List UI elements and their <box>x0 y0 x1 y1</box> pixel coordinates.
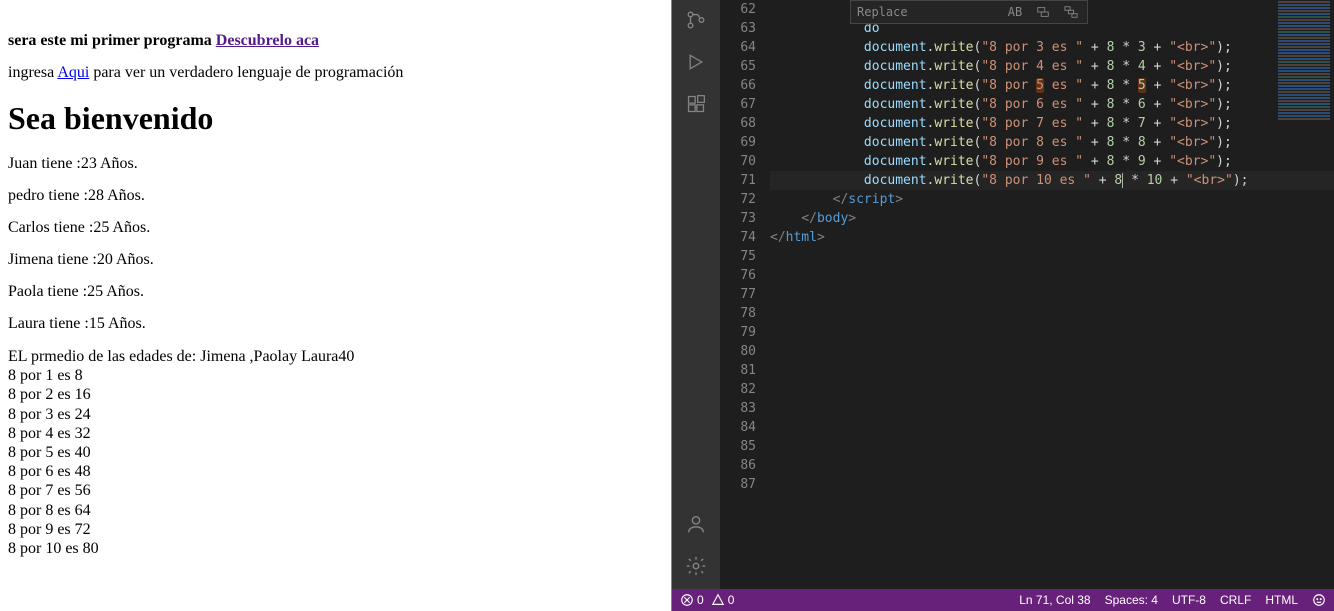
table-line: 8 por 10 es 80 <box>8 539 663 558</box>
table-line: 8 por 5 es 40 <box>8 443 663 462</box>
gear-icon[interactable] <box>684 554 708 578</box>
average-line: EL prmedio de las edades de: Jimena ,Pao… <box>8 347 663 366</box>
editor-area: 6263646566676869707172737475767778798081… <box>720 0 1334 589</box>
intro-text: sera este mi primer programa <box>8 32 216 49</box>
person-line: Laura tiene :15 Años. <box>8 315 663 333</box>
status-feedback-icon[interactable] <box>1312 593 1326 607</box>
person-line: Jimena tiene :20 Años. <box>8 251 663 269</box>
table-line: 8 por 4 es 32 <box>8 424 663 443</box>
intro-line: sera este mi primer programa Descubrelo … <box>8 32 663 50</box>
replace-widget: Replace AB <box>850 0 1088 24</box>
person-line: Carlos tiene :25 Años. <box>8 219 663 237</box>
people-list: Juan tiene :23 Años. pedro tiene :28 Años… <box>8 155 663 333</box>
extensions-icon[interactable] <box>684 92 708 116</box>
browser-preview: sera este mi primer programa Descubrelo … <box>0 0 672 611</box>
status-spaces[interactable]: Spaces: 4 <box>1105 593 1158 607</box>
status-eol[interactable]: CRLF <box>1220 593 1251 607</box>
replace-one-icon[interactable] <box>1033 2 1053 22</box>
table-line: 8 por 2 es 16 <box>8 385 663 404</box>
status-bar: 0 0 Ln 71, Col 38 Spaces: 4 UTF-8 CRLF H… <box>672 589 1334 611</box>
welcome-heading: Sea bienvenido <box>8 100 663 137</box>
preserve-case-icon[interactable]: AB <box>1005 2 1025 22</box>
vscode-window: 6263646566676869707172737475767778798081… <box>672 0 1334 611</box>
status-errors[interactable]: 0 0 <box>680 593 734 607</box>
person-line: Paola tiene :25 Años. <box>8 283 663 301</box>
table-line: 8 por 7 es 56 <box>8 481 663 500</box>
table-line: 8 por 1 es 8 <box>8 366 663 385</box>
code-editor[interactable]: Replace AB do do document.write("8 por 3… <box>770 0 1334 589</box>
table-line: 8 por 6 es 48 <box>8 462 663 481</box>
replace-input[interactable]: Replace <box>857 3 997 22</box>
aqui-link[interactable]: Aqui <box>57 64 89 81</box>
table-line: 8 por 9 es 72 <box>8 520 663 539</box>
line-numbers: 6263646566676869707172737475767778798081… <box>720 0 770 589</box>
person-line: pedro tiene :28 Años. <box>8 187 663 205</box>
activity-bar <box>672 0 720 590</box>
person-line: Juan tiene :23 Años. <box>8 155 663 173</box>
run-icon[interactable] <box>684 50 708 74</box>
source-control-icon[interactable] <box>684 8 708 32</box>
output-lines: EL prmedio de las edades de: Jimena ,Pao… <box>8 347 663 558</box>
minimap[interactable] <box>1274 0 1334 120</box>
table-line: 8 por 8 es 64 <box>8 501 663 520</box>
descubrelo-link[interactable]: Descubrelo aca <box>216 32 319 49</box>
enter-line: ingresa Aqui para ver un verdadero lengu… <box>8 64 663 82</box>
status-encoding[interactable]: UTF-8 <box>1172 593 1206 607</box>
multiplication-table: 8 por 1 es 88 por 2 es 168 por 3 es 248 … <box>8 366 663 558</box>
status-language[interactable]: HTML <box>1265 593 1298 607</box>
replace-all-icon[interactable] <box>1061 2 1081 22</box>
status-position[interactable]: Ln 71, Col 38 <box>1019 593 1090 607</box>
account-icon[interactable] <box>684 512 708 536</box>
table-line: 8 por 3 es 24 <box>8 405 663 424</box>
